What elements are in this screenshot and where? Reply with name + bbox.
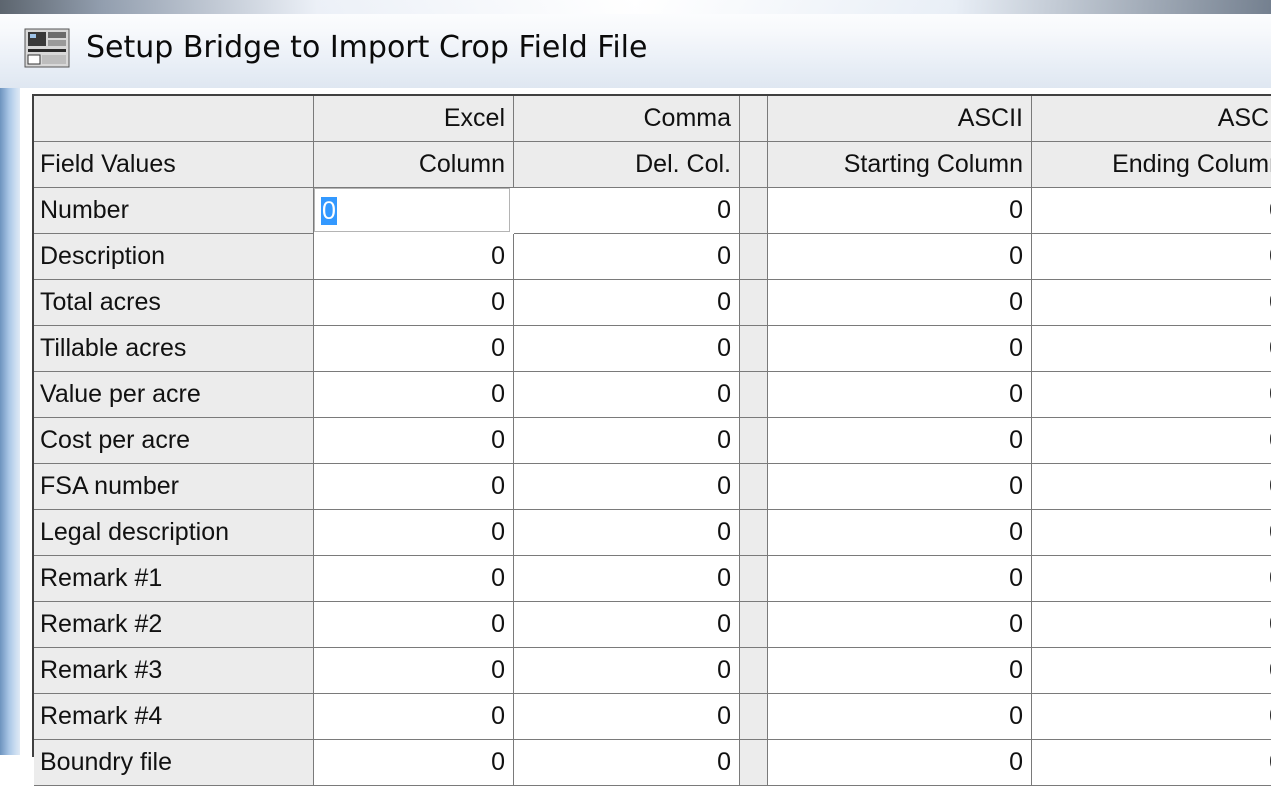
spacer-cell — [740, 234, 768, 280]
table-cell[interactable]: 0 — [314, 510, 514, 556]
table-cell[interactable]: 0 — [314, 648, 514, 694]
header-field-values: Field Values — [34, 142, 314, 188]
table-cell[interactable]: 0 — [314, 740, 514, 786]
row-label: Remark #2 — [34, 602, 314, 648]
table-cell[interactable]: 0 — [314, 234, 514, 280]
header-ascii-starting-column-row2: Starting Column — [768, 142, 1032, 188]
table-cell[interactable]: 0 — [514, 326, 740, 372]
table-cell[interactable]: 0 — [314, 602, 514, 648]
table-cell[interactable]: 0 — [514, 372, 740, 418]
row-label: Cost per acre — [34, 418, 314, 464]
table-cell[interactable]: 0 — [314, 556, 514, 602]
header-ascii-ending-column-row1: ASCII — [1032, 96, 1271, 142]
field-mapping-grid[interactable]: Field Values Excel Column Comma Del. Col. ASC… — [32, 94, 1271, 786]
window-frame — [0, 0, 20, 755]
table-cell[interactable]: 0 — [1032, 372, 1271, 418]
row-label: Remark #4 — [34, 694, 314, 740]
header-ascii-ending-column-row2: Ending Column — [1032, 142, 1271, 188]
table-cell[interactable]: 0 — [514, 280, 740, 326]
table-cell[interactable]: 0 — [1032, 188, 1271, 234]
table-cell[interactable]: 0 — [1032, 326, 1271, 372]
table-cell[interactable]: 0 — [514, 602, 740, 648]
table-cell[interactable]: 0 — [768, 326, 1032, 372]
table-cell[interactable]: 0 — [1032, 648, 1271, 694]
header-excel-column-row1: Excel — [314, 96, 514, 142]
table-cell[interactable]: 0 — [314, 418, 514, 464]
table-cell[interactable]: 0 — [1032, 556, 1271, 602]
table-cell[interactable]: 0 — [514, 556, 740, 602]
selected-text: 0 — [321, 197, 337, 225]
table-cell[interactable]: 0 — [768, 740, 1032, 786]
table-cell[interactable]: 0 — [768, 602, 1032, 648]
table-cell[interactable]: 0 — [514, 510, 740, 556]
table-cell[interactable]: 0 — [514, 648, 740, 694]
row-label: Tillable acres — [34, 326, 314, 372]
table-cell[interactable]: 0 — [1032, 280, 1271, 326]
header-ascii-starting-column-row1: ASCII — [768, 96, 1032, 142]
header-comma-del-col-row1: Comma — [514, 96, 740, 142]
spacer-cell — [740, 372, 768, 418]
table-cell[interactable]: 0 — [768, 188, 1032, 234]
row-label: Remark #1 — [34, 556, 314, 602]
table-cell[interactable]: 0 — [514, 234, 740, 280]
row-label: Number — [34, 188, 314, 234]
title-bar-shade — [0, 0, 1271, 14]
table-cell[interactable]: 0 — [514, 188, 740, 234]
table-cell[interactable]: 0 — [768, 372, 1032, 418]
row-label: Description — [34, 234, 314, 280]
header-spacer-row2 — [740, 142, 768, 188]
row-label: Remark #3 — [34, 648, 314, 694]
spacer-cell — [740, 740, 768, 786]
table-cell[interactable]: 0 — [314, 372, 514, 418]
row-label: Value per acre — [34, 372, 314, 418]
row-label: Total acres — [34, 280, 314, 326]
row-label: Legal description — [34, 510, 314, 556]
table-cell[interactable]: 0 — [314, 326, 514, 372]
table-cell[interactable]: 0 — [314, 280, 514, 326]
header-comma-del-col-row2: Del. Col. — [514, 142, 740, 188]
table-cell[interactable]: 0 — [514, 740, 740, 786]
spacer-cell — [740, 510, 768, 556]
table-cell[interactable]: 0 — [314, 464, 514, 510]
table-cell[interactable]: 0 — [1032, 234, 1271, 280]
row-label: FSA number — [34, 464, 314, 510]
spacer-cell — [740, 280, 768, 326]
spacer-cell — [740, 464, 768, 510]
table-cell[interactable]: 0 — [768, 234, 1032, 280]
table-cell[interactable]: 0 — [314, 694, 514, 740]
header-spacer-row1 — [740, 96, 768, 142]
cell-editor-input[interactable]: 0 — [314, 188, 510, 232]
header-excel-column-row2: Column — [314, 142, 514, 188]
table-cell[interactable]: 0 — [1032, 510, 1271, 556]
table-cell[interactable]: 0 — [514, 464, 740, 510]
title-bar[interactable]: Setup Bridge to Import Crop Field File — [0, 0, 1271, 88]
table-cell[interactable]: 0 — [768, 280, 1032, 326]
row-label: Boundry file — [34, 740, 314, 786]
table-cell[interactable]: 0 — [768, 418, 1032, 464]
spacer-cell — [740, 556, 768, 602]
table-cell[interactable]: 0 — [514, 418, 740, 464]
spacer-cell — [740, 418, 768, 464]
table-cell[interactable]: 0 — [1032, 602, 1271, 648]
header-corner-row1 — [34, 96, 314, 142]
table-cell[interactable]: 0 — [768, 556, 1032, 602]
table-cell[interactable]: 0 — [1032, 694, 1271, 740]
table-cell[interactable]: 0 — [1032, 740, 1271, 786]
spacer-cell — [740, 326, 768, 372]
app-icon[interactable] — [24, 28, 70, 68]
spacer-cell — [740, 188, 768, 234]
table-cell[interactable]: 0 — [768, 510, 1032, 556]
table-cell[interactable]: 0 — [768, 648, 1032, 694]
spacer-cell — [740, 694, 768, 740]
window-title: Setup Bridge to Import Crop Field File — [86, 30, 648, 65]
table-cell[interactable]: 0 — [1032, 464, 1271, 510]
table-cell[interactable]: 0 — [514, 694, 740, 740]
spacer-cell — [740, 602, 768, 648]
table-cell[interactable]: 0 — [768, 694, 1032, 740]
table-cell[interactable]: 0 — [1032, 418, 1271, 464]
spacer-cell — [740, 648, 768, 694]
table-cell[interactable]: 0 — [768, 464, 1032, 510]
